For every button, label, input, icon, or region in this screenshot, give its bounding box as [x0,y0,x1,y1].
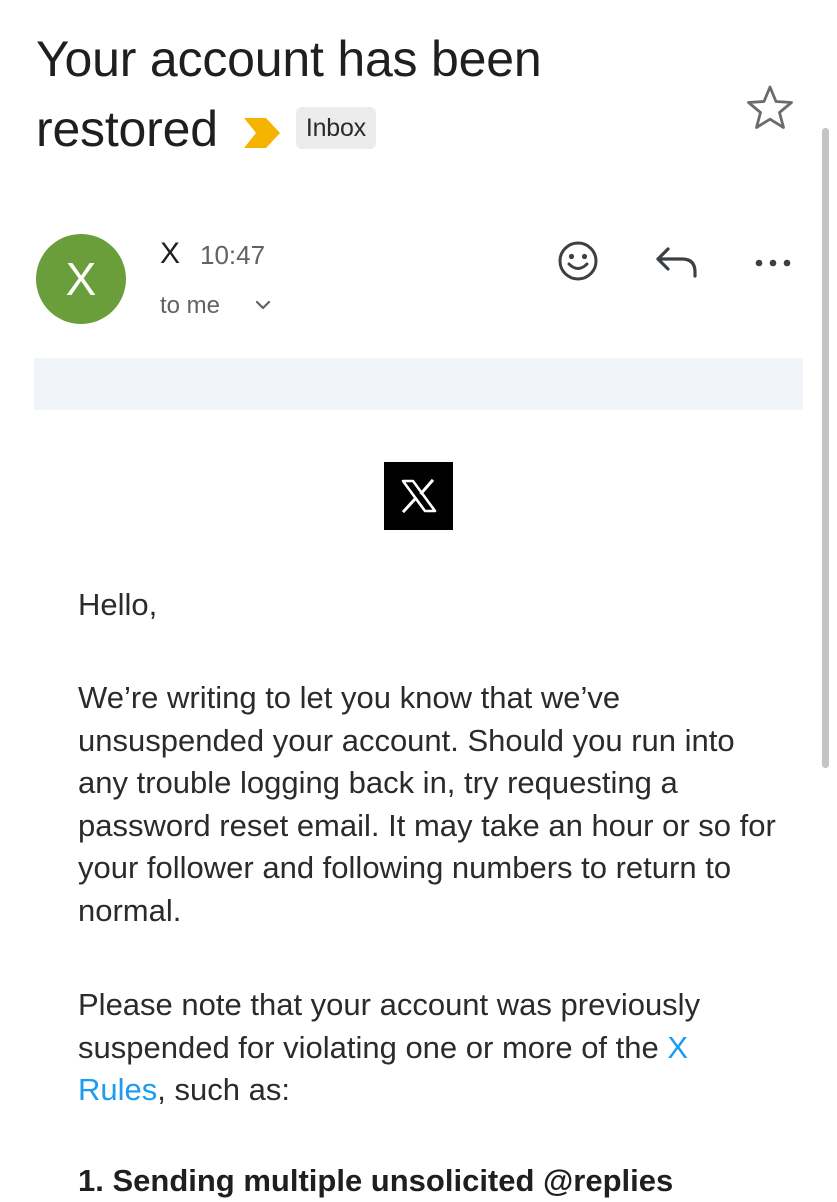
star-outline-icon[interactable] [746,84,794,130]
importance-marker-icon[interactable] [243,118,282,148]
greeting-text: Hello, [78,587,158,622]
email-subject: Your account has been restored Inbox [36,24,726,164]
reply-arrow-icon[interactable] [654,240,700,286]
scrollbar[interactable] [822,128,829,768]
list-item-1: 1. Sending multiple unsolicited @replies [78,1163,674,1198]
preheader-bar [34,358,803,410]
body-paragraph-2: Please note that your account was previo… [78,984,778,1112]
paragraph-2-text-start: Please note that your account was previo… [78,987,701,1065]
smiley-icon[interactable] [555,238,601,284]
sender-avatar[interactable]: X [36,234,126,324]
sender-name[interactable]: X [160,236,180,272]
body-paragraph-1: We’re writing to let you know that we’ve… [78,680,776,928]
recipient-text[interactable]: to me [160,290,220,322]
chevron-down-icon[interactable] [255,298,271,312]
paragraph-2-text-end: , such as: [157,1072,290,1107]
subject-text: Your account has been restored [36,31,542,157]
sent-time: 10:47 [200,240,266,270]
x-logo-icon [384,462,453,530]
inbox-label-chip[interactable]: Inbox [295,107,376,149]
more-horizontal-icon[interactable] [750,240,796,286]
